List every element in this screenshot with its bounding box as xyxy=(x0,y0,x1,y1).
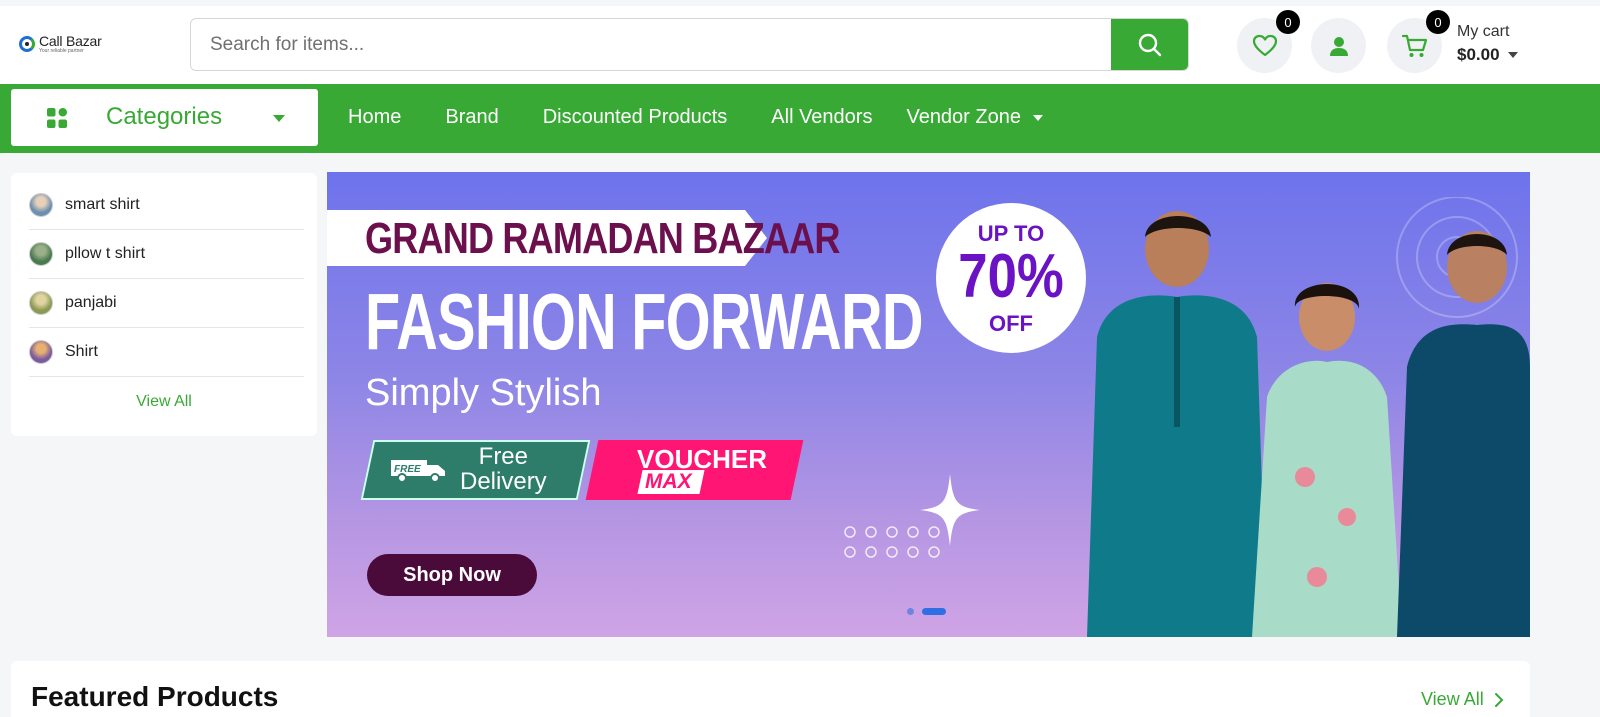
chevron-right-icon xyxy=(1494,692,1504,707)
category-label: Shirt xyxy=(65,343,98,360)
shop-now-button[interactable]: Shop Now xyxy=(367,554,537,596)
cart-button[interactable]: 0 xyxy=(1387,10,1450,73)
free-delivery-line2: Delivery xyxy=(460,468,547,496)
banner-headline: GRAND RAMADAN BAZAAR xyxy=(365,214,840,263)
logo-mark-icon xyxy=(19,36,35,52)
search-button[interactable] xyxy=(1111,19,1188,70)
logo-name: Call Bazar xyxy=(39,33,102,49)
category-thumbnail xyxy=(29,193,53,217)
logo-tagline: Your reliable partner xyxy=(39,48,84,54)
site-logo[interactable]: Call Bazar Your reliable partner xyxy=(19,34,102,54)
section-title: Featured Products xyxy=(31,681,279,712)
categories-view-all-link[interactable]: View All xyxy=(11,393,317,411)
nav-link-home[interactable]: Home xyxy=(348,106,401,129)
models-photo xyxy=(1087,197,1530,637)
chevron-down-icon xyxy=(1032,114,1043,121)
featured-products-section: Featured Products View All xyxy=(11,661,1530,717)
cart-icon xyxy=(1401,34,1427,57)
vendor-zone-label: Vendor Zone xyxy=(906,106,1021,128)
cart-total: $0.00 xyxy=(1457,45,1500,64)
nav-link-brand[interactable]: Brand xyxy=(445,106,498,129)
delivery-truck-icon: FREE xyxy=(391,460,445,483)
search-bar xyxy=(190,18,1189,71)
categories-dropdown[interactable]: Categories xyxy=(11,89,318,146)
main-nav: Categories Home Brand Discounted Product… xyxy=(0,84,1600,153)
view-all-label: View All xyxy=(1421,689,1484,709)
categories-label: Categories xyxy=(106,103,223,130)
nav-links: Home Brand Discounted Products All Vendo… xyxy=(348,106,1087,129)
chevron-down-icon xyxy=(273,115,285,122)
category-thumbnail xyxy=(29,340,53,364)
category-item-pllow-t-shirt[interactable]: pllow t shirt xyxy=(29,230,304,279)
category-item-smart-shirt[interactable]: smart shirt xyxy=(29,181,304,230)
account-button[interactable] xyxy=(1311,18,1366,73)
nav-link-discounted-products[interactable]: Discounted Products xyxy=(543,106,728,129)
categories-grid-icon xyxy=(47,108,67,128)
free-badge-text: FREE xyxy=(394,464,421,475)
category-item-shirt[interactable]: Shirt xyxy=(29,328,304,377)
category-item-panjabi[interactable]: panjabi xyxy=(29,279,304,328)
user-icon xyxy=(1329,36,1348,56)
featured-view-all-link[interactable]: View All xyxy=(1421,689,1504,710)
slider-pagination xyxy=(907,608,946,615)
wishlist-count-badge: 0 xyxy=(1276,10,1300,34)
category-label: pllow t shirt xyxy=(65,245,146,262)
slider-dot[interactable] xyxy=(907,608,914,615)
free-delivery-text: Free Delivery xyxy=(460,443,547,496)
nav-link-all-vendors[interactable]: All Vendors xyxy=(771,106,872,129)
category-label: panjabi xyxy=(65,294,117,311)
free-delivery-line1: Free xyxy=(478,443,529,470)
wishlist-button[interactable]: 0 xyxy=(1237,10,1300,73)
search-icon xyxy=(1138,33,1161,56)
decorative-dots xyxy=(844,526,940,558)
nav-link-vendor-zone[interactable]: Vendor Zone xyxy=(906,106,1043,129)
voucher-max-text: MAX xyxy=(645,470,692,493)
hero-banner[interactable]: GRAND RAMADAN BAZAAR FASHION FORWARD Sim… xyxy=(327,172,1530,637)
cart-count-badge: 0 xyxy=(1426,10,1450,34)
category-sidebar: smart shirt pllow t shirt panjabi Shirt … xyxy=(11,173,317,436)
slider-dot-active[interactable] xyxy=(922,608,946,615)
banner-title: FASHION FORWARD xyxy=(365,277,923,366)
chevron-down-icon xyxy=(1507,51,1518,58)
heart-icon xyxy=(1252,34,1277,56)
category-thumbnail xyxy=(29,242,53,266)
banner-subtitle: Simply Stylish xyxy=(365,372,602,414)
category-label: smart shirt xyxy=(65,196,140,213)
cart-total-row: $0.00 xyxy=(1457,46,1518,63)
site-header: Call Bazar Your reliable partner 0 xyxy=(0,6,1600,84)
cart-label: My cart xyxy=(1457,23,1510,40)
category-thumbnail xyxy=(29,291,53,315)
cart-summary[interactable]: My cart $0.00 xyxy=(1457,24,1518,63)
search-input[interactable] xyxy=(191,19,1113,70)
